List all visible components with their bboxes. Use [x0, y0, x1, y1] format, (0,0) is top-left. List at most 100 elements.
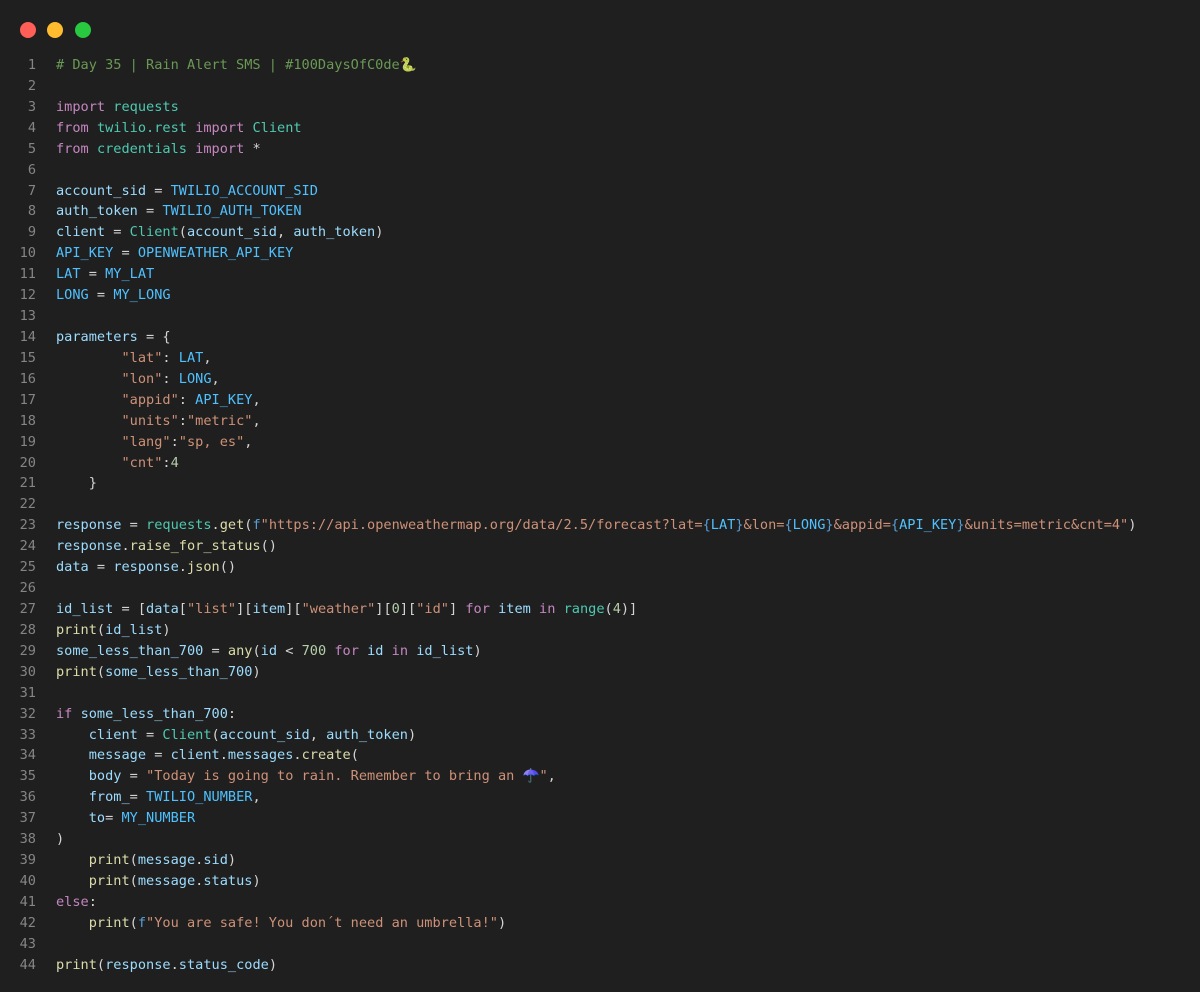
- code-token: = {: [137, 328, 171, 345]
- code-line: 12 LONG = MY_LONG: [0, 285, 1200, 306]
- code-line: 44 print(response.status_code): [0, 955, 1200, 976]
- code-line: 20 "cnt":4: [0, 453, 1200, 474]
- code-token: =: [105, 224, 130, 241]
- code-token: "lat": [121, 349, 163, 366]
- code-token: account_sid: [186, 224, 277, 241]
- code-text: }: [56, 473, 97, 494]
- code-token: "lon": [121, 370, 163, 387]
- code-token: twilio.rest: [96, 119, 187, 136]
- code-text: parameters = {: [56, 327, 171, 348]
- line-number: 22: [19, 496, 36, 513]
- code-token: TWILIO_NUMBER: [146, 789, 253, 806]
- code-token: for: [465, 600, 490, 617]
- code-token: print: [56, 663, 97, 680]
- line-number: 11: [19, 266, 36, 283]
- code-token: response: [113, 559, 179, 576]
- minimize-window-button[interactable]: [47, 22, 63, 38]
- close-window-button[interactable]: [20, 22, 36, 38]
- code-token: =: [146, 182, 171, 199]
- code-line: 28 print(id_list): [0, 620, 1200, 641]
- code-token: }: [956, 517, 965, 534]
- code-token: ): [497, 914, 507, 931]
- code-token: body: [88, 768, 122, 785]
- code-token: "id": [416, 600, 449, 617]
- code-token: ][: [285, 600, 302, 617]
- line-number: 44: [19, 956, 36, 973]
- line-number: 29: [19, 642, 36, 659]
- code-token: (: [604, 600, 613, 617]
- code-token: API_KEY: [899, 517, 957, 534]
- line-number: 12: [19, 287, 36, 304]
- code-editor[interactable]: 1 # Day 35 | Rain Alert SMS | #100DaysOfC…: [0, 55, 1200, 976]
- code-token: ,: [244, 433, 253, 450]
- code-line: 15 "lat": LAT,: [0, 348, 1200, 369]
- code-line: 19 "lang":"sp, es",: [0, 432, 1200, 453]
- code-line: 22: [0, 494, 1200, 515]
- line-number: 5: [27, 140, 36, 157]
- code-token: id: [367, 642, 384, 659]
- code-token: *: [244, 140, 261, 157]
- code-token: any: [227, 642, 253, 659]
- code-token: ): [56, 831, 65, 848]
- maximize-window-button[interactable]: [75, 22, 91, 38]
- code-token: "https://api.openweathermap.org/data/2.5…: [260, 517, 703, 534]
- code-token: ,: [547, 768, 556, 785]
- code-token: id: [260, 642, 278, 659]
- code-token: id_list: [416, 642, 474, 659]
- code-token: (: [252, 642, 261, 659]
- code-token: API_KEY: [195, 391, 253, 408]
- line-number: 41: [19, 893, 36, 910]
- code-token: status_code: [178, 956, 269, 973]
- code-token: 700: [301, 642, 327, 659]
- code-token: (: [96, 663, 106, 680]
- code-text: account_sid = TWILIO_ACCOUNT_SID: [56, 181, 318, 202]
- code-token: :: [178, 412, 187, 429]
- code-text: to= MY_NUMBER: [56, 808, 195, 829]
- code-text: "appid": API_KEY,: [56, 390, 261, 411]
- code-token: Client: [129, 224, 179, 241]
- code-token: =: [105, 810, 122, 827]
- code-token: import: [195, 140, 245, 157]
- code-token: # Day 35 | Rain Alert SMS | #100DaysOfC0…: [56, 57, 417, 73]
- code-text: print(message.sid): [56, 850, 236, 871]
- code-token: (: [178, 224, 187, 241]
- code-token: parameters: [56, 328, 138, 345]
- code-line: 10 API_KEY = OPENWEATHER_API_KEY: [0, 243, 1200, 264]
- line-number: 23: [19, 517, 36, 534]
- code-token: print: [56, 956, 97, 973]
- line-number: 13: [19, 308, 36, 325]
- code-text: print(response.status_code): [56, 955, 277, 976]
- code-token: for: [334, 642, 359, 659]
- code-token: ): [252, 872, 261, 889]
- code-token: (: [129, 852, 138, 869]
- code-token: {: [784, 517, 793, 534]
- code-token: (: [211, 726, 220, 743]
- code-token: =: [129, 789, 147, 806]
- code-token: ,: [252, 391, 261, 408]
- line-number: 38: [19, 831, 36, 848]
- line-number: 42: [19, 914, 36, 931]
- code-token: item: [252, 600, 286, 617]
- line-number: 9: [27, 224, 36, 241]
- code-line: 43: [0, 934, 1200, 955]
- code-line: 17 "appid": API_KEY,: [0, 390, 1200, 411]
- code-token: range: [563, 600, 605, 617]
- code-token: ): [252, 663, 261, 680]
- code-line: 36 from_= TWILIO_NUMBER,: [0, 787, 1200, 808]
- code-token: (: [96, 621, 106, 638]
- code-token: ][: [399, 600, 417, 617]
- code-line: 21 }: [0, 473, 1200, 494]
- code-text: import requests: [56, 97, 179, 118]
- code-token: "weather": [301, 600, 376, 617]
- code-token: Client: [252, 119, 302, 136]
- code-token: .: [293, 747, 302, 764]
- code-line: 33 client = Client(account_sid, auth_tok…: [0, 725, 1200, 746]
